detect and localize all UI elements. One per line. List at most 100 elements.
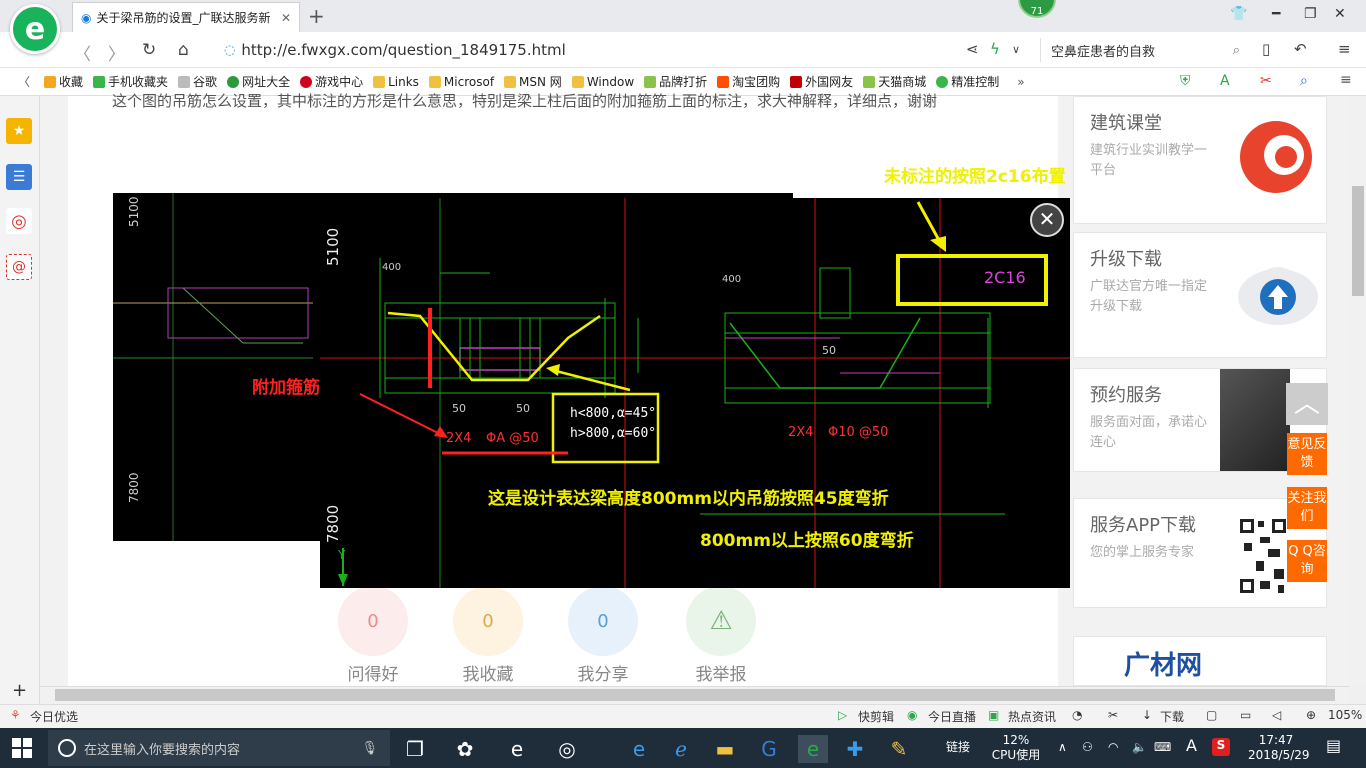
zoom-icon[interactable]: ⊕ [1306, 708, 1316, 722]
share-button[interactable]: 0 我分享 [568, 586, 638, 685]
undo-icon[interactable]: ↶ [1294, 40, 1307, 58]
bookmark-item[interactable]: 外国网友 [790, 73, 853, 90]
bookmark-item[interactable]: Links [373, 75, 419, 89]
action-center-icon[interactable]: ▤ [1326, 738, 1341, 754]
bookmark-item[interactable]: 精准控制 [936, 73, 999, 90]
start-button[interactable] [12, 738, 32, 758]
ie-icon[interactable]: ℯ [666, 735, 696, 763]
screen-icon[interactable]: ▭ [1240, 708, 1251, 722]
link-label[interactable]: 链接 [946, 740, 970, 755]
close-overlay-button[interactable]: ✕ [1030, 203, 1064, 237]
vertical-scrollbar[interactable] [1350, 96, 1366, 686]
download-link[interactable]: 下载 [1160, 708, 1184, 725]
back-to-top-button[interactable]: ︿ [1286, 383, 1328, 425]
shirt-icon[interactable]: 👕 [1230, 6, 1247, 22]
360-browser-icon[interactable]: e [798, 735, 828, 763]
today-picks-link[interactable]: 今日优选 [30, 708, 78, 725]
bookmark-item[interactable]: 品牌打折 [644, 73, 707, 90]
file-explorer-icon[interactable]: ▬ [710, 735, 740, 763]
browser-logo[interactable]: e [10, 4, 60, 54]
bookmark-item[interactable]: Microsof [428, 75, 494, 89]
spiral-app-icon[interactable]: ◎ [552, 735, 582, 763]
good-question-button[interactable]: 0 问得好 [338, 586, 408, 685]
mail-icon[interactable]: @ [6, 254, 32, 280]
live-link[interactable]: 今日直播 [928, 708, 976, 725]
edge-icon[interactable]: e [502, 735, 532, 763]
plus-app-icon[interactable]: ✚ [840, 735, 870, 763]
volume-icon[interactable]: 🔈 [1132, 740, 1147, 755]
pinwheel-app-icon[interactable]: ✿ [450, 735, 480, 763]
card-upgrade-download[interactable]: 升级下载 广联达官方唯一指定升级下载 [1073, 232, 1327, 358]
zoom-level[interactable]: 105% [1328, 708, 1362, 722]
cpu-monitor[interactable]: 12% CPU使用 [990, 733, 1042, 763]
reader-icon[interactable]: ☰ [6, 164, 32, 190]
feedback-button[interactable]: 意见反馈 [1287, 433, 1327, 475]
restore-button[interactable]: ❐ [1304, 6, 1317, 22]
forward-button[interactable]: 〉 [108, 40, 125, 65]
vertical-scroll-thumb[interactable] [1352, 186, 1364, 296]
close-window-button[interactable]: ✕ [1334, 6, 1346, 22]
taskbar-search[interactable]: 在这里输入你要搜索的内容 🎙 [48, 730, 390, 766]
weibo-icon[interactable]: ◎ [6, 208, 32, 234]
more-bookmarks-icon[interactable]: » [1017, 75, 1024, 89]
lightning-icon[interactable]: ϟ [990, 40, 1000, 58]
scissors-icon[interactable]: ✂ [1260, 73, 1272, 89]
speed-icon[interactable]: ◔ [1072, 708, 1082, 722]
news-link[interactable]: 热点资讯 [1008, 708, 1056, 725]
bookmark-item[interactable]: MSN 网 [504, 73, 562, 90]
menu-icon[interactable]: ≡ [1340, 72, 1352, 88]
browser-tab[interactable]: ◉ 关于梁吊筋的设置_广联达服务新 ✕ [72, 2, 300, 32]
refresh-button[interactable]: ↻ [142, 40, 156, 60]
notes-app-icon[interactable]: ✎ [884, 735, 914, 763]
bookmark-item[interactable]: 游戏中心 [300, 73, 363, 90]
qq-consult-button[interactable]: Q Q咨询 [1287, 540, 1327, 582]
tools-icon[interactable]: ✂ [1108, 708, 1118, 722]
minimize-button[interactable]: ━ [1272, 6, 1280, 22]
close-tab-icon[interactable]: ✕ [281, 11, 291, 25]
recommend-icon[interactable]: ⚘ [10, 708, 21, 722]
keyboard-icon[interactable]: ⌨ [1154, 740, 1171, 755]
add-sidebar-icon[interactable]: + [12, 680, 27, 701]
wifi-icon[interactable]: ◠ [1108, 740, 1118, 755]
sogou-icon[interactable]: S [1212, 738, 1230, 756]
report-button[interactable]: ⚠ 我举报 [686, 586, 756, 685]
microphone-icon[interactable]: 🎙 [361, 741, 378, 756]
home-button[interactable]: ⌂ [178, 40, 189, 60]
card-brand-logo[interactable]: 广材网 [1073, 636, 1327, 686]
edge-browser-icon[interactable]: e [624, 735, 654, 763]
people-icon[interactable]: ⚇ [1082, 740, 1093, 755]
bookmark-item[interactable]: 网址大全 [227, 73, 290, 90]
task-view-icon[interactable]: ❐ [400, 735, 430, 763]
phone-icon[interactable]: ▯ [1262, 40, 1270, 58]
mute-icon[interactable]: ◁ [1272, 708, 1281, 722]
new-tab-button[interactable]: + [308, 4, 325, 28]
bookmark-item[interactable]: Window [571, 75, 634, 89]
glodon-icon[interactable]: G [754, 735, 784, 763]
search-input[interactable]: 空鼻症患者的自救 ⌕ [1040, 38, 1240, 62]
chevron-down-icon[interactable]: ∨ [1012, 43, 1020, 56]
horizontal-scroll-thumb[interactable] [55, 689, 1335, 701]
bookmark-item[interactable]: 谷歌 [178, 73, 217, 90]
shield-icon[interactable]: ⛨ [1180, 73, 1191, 89]
show-hidden-icons[interactable]: ∧ [1058, 740, 1067, 755]
bookmark-item[interactable]: 收藏 [44, 73, 83, 90]
ime-indicator[interactable]: A [1186, 738, 1197, 754]
bookmark-item[interactable]: 淘宝团购 [717, 73, 780, 90]
search-icon[interactable]: ⌕ [1233, 43, 1240, 58]
kuaijianji-link[interactable]: 快剪辑 [858, 708, 894, 725]
url-field[interactable]: ◌ http://e.fwxgx.com/question_1849175.ht… [224, 38, 989, 62]
translate-icon[interactable]: A [1220, 73, 1230, 89]
favorites-icon[interactable]: ★ [6, 118, 32, 144]
window-icon[interactable]: ▢ [1206, 708, 1217, 722]
cad-drawing-image[interactable]: h<800,α=45° h>800,α=60° 2C16 2X4 ΦA @50 … [252, 167, 1070, 588]
bookmarks-collapse-icon[interactable]: 〈 [18, 73, 30, 90]
share-icon[interactable]: ⋖ [966, 40, 979, 58]
clock[interactable]: 17:47 2018/5/29 [1248, 733, 1310, 763]
back-button[interactable]: 〈 [74, 40, 91, 65]
bookmark-item[interactable]: 天猫商城 [863, 73, 926, 90]
bookmark-item[interactable]: 手机收藏夹 [93, 73, 168, 90]
search-icon[interactable]: ⌕ [1300, 73, 1308, 89]
card-building-class[interactable]: 建筑课堂 建筑行业实训教学一平台 [1073, 96, 1327, 224]
collect-button[interactable]: 0 我收藏 [453, 586, 523, 685]
menu-icon[interactable]: ≡ [1338, 40, 1351, 58]
